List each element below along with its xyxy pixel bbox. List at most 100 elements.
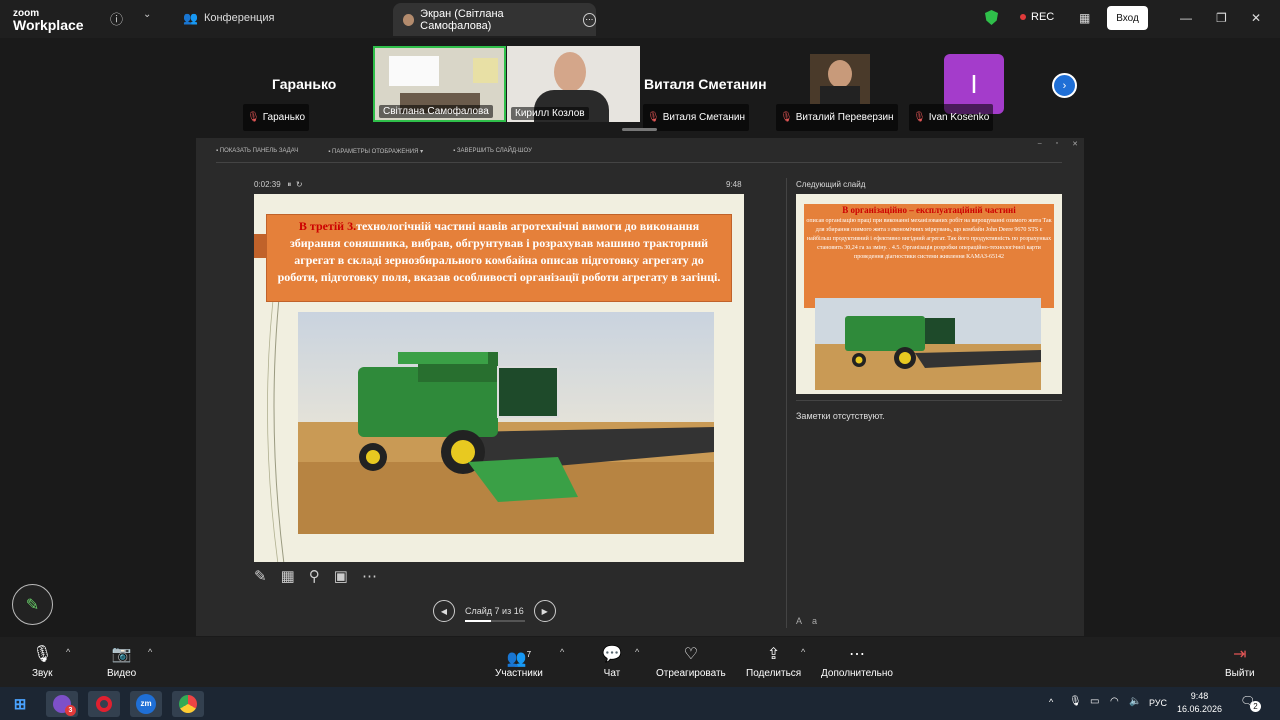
meeting-toolbar: 🎙 Звук ^ 📷 Видео ^ 👥7 Участники ^ 💬 Чат … [0,637,1280,687]
mic-off-icon: 🎙 [647,112,660,123]
volume-icon[interactable]: 🔈 [1129,696,1141,707]
rec-label: REC [1031,11,1055,23]
taskbar-clock[interactable]: 9:48 16.06.2026 [1177,690,1222,716]
presenter-toolbar: ▪ ПОКАЗАТЬ ПАНЕЛЬ ЗАДАЧ ▪ ПАРАМЕТРЫ ОТОБ… [216,148,532,155]
chevron-up-icon[interactable]: ^ [1049,697,1053,707]
tab-conference[interactable]: 👥 Конференция [183,11,274,25]
layout-icon[interactable]: ▦ [1079,11,1090,25]
video-button[interactable]: 📷 Видео [107,645,136,679]
increase-font-icon[interactable]: A [796,616,802,626]
end-slideshow-button[interactable]: ▪ ЗАВЕРШИТЬ СЛАЙД-ШОУ [453,148,532,155]
viber-app-icon[interactable]: 3 [46,691,78,717]
decrease-font-icon[interactable]: a [812,616,817,626]
audio-button[interactable]: 🎙 Звук [32,645,53,679]
show-taskbar-button[interactable]: ▪ ПОКАЗАТЬ ПАНЕЛЬ ЗАДАЧ [216,148,298,155]
slide-progress-fill [465,620,492,622]
tile-svitlana[interactable]: Світлана Самофалова [373,46,506,122]
slide-tools: ✎ ▦ ⚲ ▣ ⋯ [254,567,377,585]
participants-button[interactable]: 👥7 Участники [495,645,543,679]
mic-icon[interactable]: 🎙 [1069,696,1082,707]
divider [786,178,787,628]
react-label: Отреагировать [656,668,726,679]
video-off-icon: 📷 [111,646,132,663]
chevron-up-icon[interactable]: ^ [560,647,564,657]
chrome-app-icon[interactable] [172,691,204,717]
restore-icon[interactable]: ❐ [1216,11,1227,25]
minimize-icon[interactable]: — [1180,11,1192,25]
mic-off-icon: 🎙 [913,112,926,123]
chat-icon: 💬 [602,646,622,663]
tile-pereverzin-video[interactable] [810,54,870,104]
drag-handle[interactable] [622,128,657,131]
next-page-icon[interactable]: › [1052,73,1077,98]
clock-date: 16.06.2026 [1177,704,1223,714]
title-bar: zoom Workplace ⓘ ⌄ 👥 Конференция Экран (… [0,0,1280,38]
participant-name: Гаранько [262,112,306,123]
next-slide-icon[interactable]: ▶ [533,600,556,622]
participant-name: Виталя Сметанин [662,112,746,123]
windows-start-icon[interactable]: ⊞ [4,691,36,717]
leave-icon: ⇥ [1233,646,1247,663]
audio-label: Звук [32,668,53,679]
pen-icon[interactable]: ✎ [254,567,267,585]
language-indicator[interactable]: РУС [1149,698,1167,708]
slide-counter: Слайд 7 из 16 [465,606,524,616]
display-settings-button[interactable]: ▪ ПАРАМЕТРЫ ОТОБРАЖЕНИЯ ▾ [328,148,423,155]
opera-app-icon[interactable] [88,691,120,717]
screen-icon[interactable]: ▣ [334,567,348,585]
clock: 9:48 [726,180,742,189]
react-button[interactable]: ♡ Отреагировать [656,645,726,679]
tab-screen[interactable]: Экран (Світлана Самофалова) ⋯ [393,3,596,36]
prev-slide-icon[interactable]: ◀ [433,600,455,622]
notes-text: Заметки отсутствуют. [796,411,885,421]
pause-icon[interactable]: ⏸ [287,180,291,189]
info-icon[interactable]: ⓘ [110,9,123,28]
share-button[interactable]: ⇪ Поделиться [746,645,801,679]
close-icon[interactable]: ✕ [1072,140,1078,148]
tile-kozlov[interactable]: Кирилл Козлов [507,46,640,122]
more-icon[interactable]: ⋯ [362,567,377,585]
all-slides-icon[interactable]: ▦ [281,567,295,585]
mic-off-icon: 🎙 [247,112,260,123]
people-icon: 👥7 [506,650,532,668]
slide-progress [465,620,525,622]
chevron-up-icon[interactable]: ^ [148,647,152,657]
chevron-down-icon[interactable]: ⌄ [143,9,151,20]
zoom-app-icon[interactable]: zm [130,691,162,717]
presenter-window-controls: – ▫ ✕ [1038,140,1078,148]
more-icon[interactable]: ⋯ [582,12,596,27]
next-combine-image [815,298,1041,390]
combine-image [298,312,714,534]
recording-indicator: REC [1020,11,1054,23]
people-icon: 👥 [183,11,198,25]
leave-button[interactable]: ⇥ Выйти [1225,645,1255,679]
shield-icon [985,10,998,25]
minimize-icon[interactable]: – [1038,140,1042,148]
participant-name: Ivan Kosenko [928,112,990,123]
tab-conference-label: Конференция [203,12,275,24]
tab-screen-label: Экран (Світлана Самофалова) [420,7,504,32]
login-button[interactable]: Вход [1107,6,1148,30]
next-slide-title-box: В організаційно – експлуатаційній частин… [804,204,1054,308]
annotate-pen-icon[interactable]: ✎ [12,584,53,625]
avatar-icon [403,13,415,26]
tile-name-4: 🎙 Виталий Переверзин [776,104,898,131]
restore-icon[interactable]: ▫ [1056,140,1058,148]
next-slide-body: описав організацію праці при виконанні м… [806,218,1052,260]
next-slide-preview[interactable]: В організаційно – експлуатаційній частин… [796,194,1062,394]
reset-icon[interactable]: ↻ [296,180,303,189]
chevron-up-icon[interactable]: ^ [66,647,70,657]
wifi-icon[interactable]: ◠ [1110,696,1119,707]
chevron-up-icon[interactable]: ^ [635,647,639,657]
usb-icon[interactable]: ▭ [1090,696,1099,707]
chevron-up-icon[interactable]: ^ [801,647,805,657]
zoom-icon[interactable]: ⚲ [309,567,320,585]
chat-button[interactable]: 💬 Чат [602,645,622,679]
more-button[interactable]: ⋯ Дополнительно [821,645,893,679]
video-label: Видео [107,668,137,679]
more-icon: ⋯ [848,646,865,663]
tile-name-2: Кирилл Козлов [511,107,589,120]
participant-strip: Гаранько 🎙 Гаранько Світлана Самофалова … [0,38,1280,133]
close-icon[interactable]: ✕ [1251,11,1261,25]
next-slide-label: Следующий слайд [796,180,866,189]
